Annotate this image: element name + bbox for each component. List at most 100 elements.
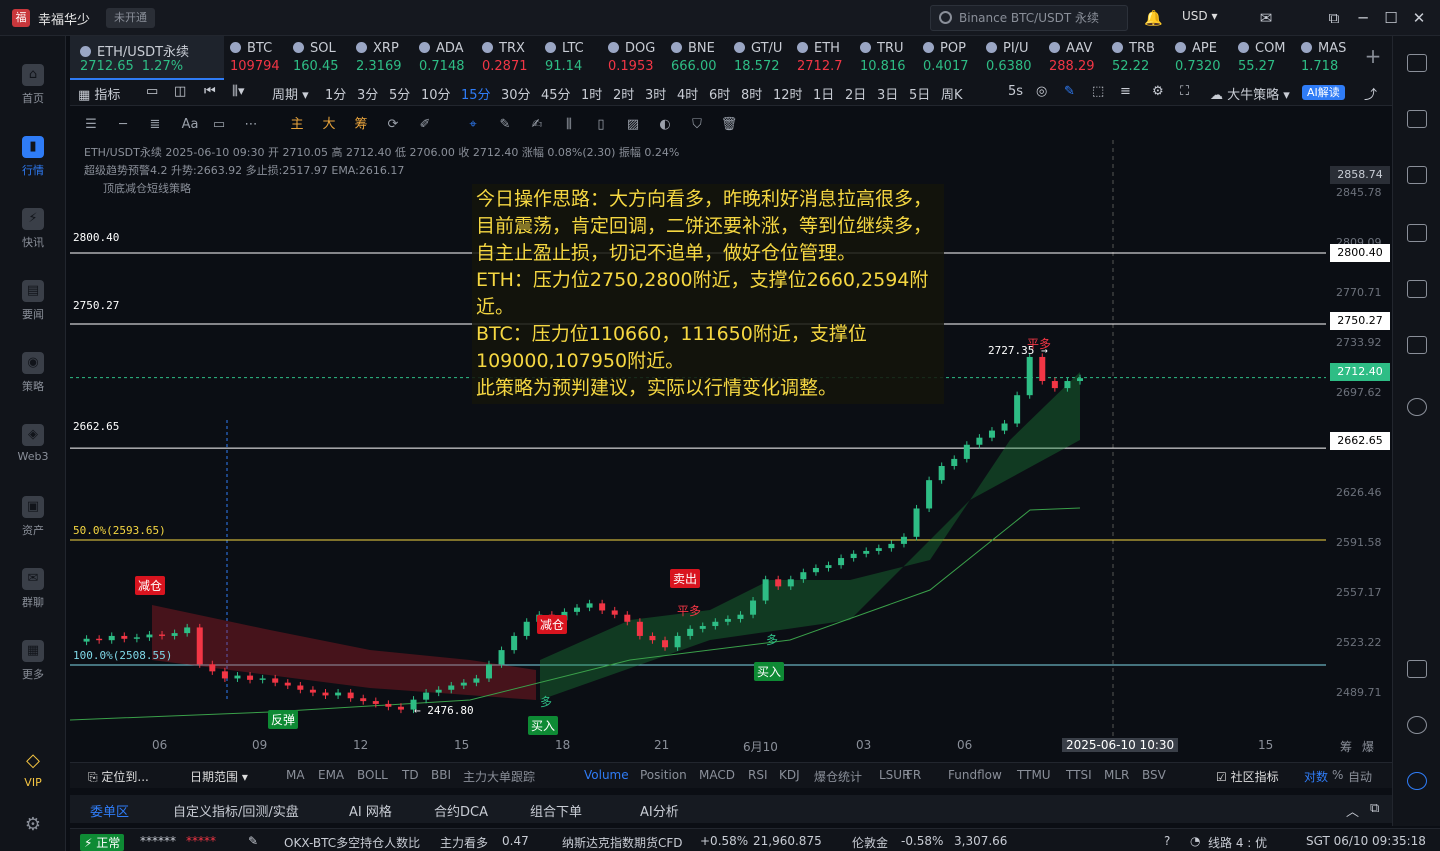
indicator-16[interactable]: TTSI: [1066, 768, 1092, 782]
indicator-3[interactable]: TD: [402, 768, 419, 782]
tab-custom-indicators[interactable]: 自定义指标/回测/实盘: [173, 801, 299, 820]
camera-icon[interactable]: ◎: [1036, 84, 1047, 99]
ticker-tab-4[interactable]: ADA 0.7148: [415, 36, 476, 80]
more-tools-icon[interactable]: ⋯: [242, 116, 260, 134]
dollar-icon[interactable]: [1407, 166, 1427, 184]
tab-contract-dca[interactable]: 合约DCA: [434, 801, 488, 820]
mail-icon[interactable]: ✉: [1257, 9, 1275, 27]
indicator-2[interactable]: BOLL: [357, 768, 388, 782]
timeframe-13[interactable]: 12时: [773, 84, 803, 103]
indicator-6[interactable]: Volume: [584, 768, 629, 782]
indicator-5[interactable]: 主力大单跟踪: [463, 768, 535, 785]
timeframe-6[interactable]: 45分: [541, 84, 571, 103]
big-order-button[interactable]: 大: [320, 116, 338, 134]
share-icon[interactable]: ⤴: [1364, 84, 1377, 103]
search-input[interactable]: Binance BTC/USDT 永续: [930, 5, 1128, 31]
currency-select[interactable]: USD ▾: [1182, 9, 1217, 23]
assistant-icon[interactable]: [1407, 772, 1427, 790]
indicator-18[interactable]: BSV: [1142, 768, 1166, 782]
popout-icon[interactable]: ⧉: [1325, 9, 1343, 27]
ticker-tab-2[interactable]: SOL 160.45: [289, 36, 350, 80]
pen-icon[interactable]: ✎: [1064, 84, 1075, 99]
popout-panel-icon[interactable]: ⧉: [1370, 801, 1379, 816]
timeframe-7[interactable]: 1时: [581, 84, 602, 103]
seconds-button[interactable]: 5s: [1008, 84, 1023, 99]
ticker-tab-1[interactable]: BTC 109794: [226, 36, 287, 80]
account-status-badge[interactable]: 未开通: [106, 8, 155, 28]
timeframe-2[interactable]: 5分: [389, 84, 410, 103]
pencil-icon[interactable]: ✎: [496, 116, 514, 134]
community-indicators-button[interactable]: ☑ 社区指标: [1216, 768, 1279, 785]
tab-orders[interactable]: 委单区: [90, 801, 129, 820]
clipboard-icon[interactable]: ▯: [592, 116, 610, 134]
indicator-7[interactable]: Position: [640, 768, 687, 782]
timeframe-5[interactable]: 30分: [501, 84, 531, 103]
layout-icon[interactable]: ◫: [174, 84, 186, 99]
card-icon[interactable]: [1407, 336, 1427, 354]
timeframe-16[interactable]: 3日: [877, 84, 898, 103]
ticker-tab-16[interactable]: APE 0.7320: [1171, 36, 1232, 80]
chart-type-icon[interactable]: ⫼▾: [232, 84, 245, 99]
ticker-tab-9[interactable]: GT/U 18.572: [730, 36, 791, 80]
ticker-tab-15[interactable]: TRB 52.22: [1108, 36, 1169, 80]
close-icon[interactable]: ✕: [1410, 9, 1428, 27]
timeframe-8[interactable]: 2时: [613, 84, 634, 103]
indicator-9[interactable]: RSI: [748, 768, 768, 782]
refresh-icon[interactable]: [1407, 398, 1427, 416]
multi-line-icon[interactable]: ≣: [146, 116, 164, 134]
auto-toggle[interactable]: 自动: [1348, 768, 1372, 785]
ticker-tab-17[interactable]: COM 55.27: [1234, 36, 1295, 80]
minimize-icon[interactable]: ─: [1354, 9, 1372, 27]
add-ticker-icon[interactable]: +: [1358, 36, 1388, 80]
ticker-tab-12[interactable]: POP 0.4017: [919, 36, 980, 80]
ticker-tab-3[interactable]: XRP 2.3169: [352, 36, 413, 80]
filter-icon[interactable]: ⛉: [688, 116, 706, 134]
candles-icon[interactable]: ⫼: [560, 116, 578, 134]
sidebar-item-assets[interactable]: ▣ 资产: [0, 488, 66, 548]
indicator-0[interactable]: MA: [286, 768, 305, 782]
timeframe-9[interactable]: 3时: [645, 84, 666, 103]
timeframe-1[interactable]: 3分: [357, 84, 378, 103]
trash-icon[interactable]: 🗑: [720, 116, 738, 134]
highlighter-icon[interactable]: ✍: [528, 116, 546, 134]
bell-icon[interactable]: 🔔: [1144, 9, 1163, 27]
timeframe-10[interactable]: 4时: [677, 84, 698, 103]
cursor-icon[interactable]: ⌖: [464, 116, 482, 134]
edit-icon[interactable]: ✎: [248, 834, 258, 848]
sidebar-item-home[interactable]: ⌂ 首页: [0, 56, 66, 116]
timeframe-15[interactable]: 2日: [845, 84, 866, 103]
timeframe-4[interactable]: 15分: [461, 84, 491, 103]
select-icon[interactable]: ⬚: [1092, 84, 1104, 99]
indicator-1[interactable]: EMA: [318, 768, 344, 782]
main-button[interactable]: 主: [288, 116, 306, 134]
calendar-icon[interactable]: ▭: [146, 84, 158, 99]
sidebar-item-market[interactable]: ▮ 行情: [0, 128, 66, 188]
ticker-tab-7[interactable]: DOG 0.1953: [604, 36, 665, 80]
sidebar-item-headlines[interactable]: ▤ 要闻: [0, 272, 66, 332]
sidebar-item-group-chat[interactable]: ✉ 群聊: [0, 560, 66, 620]
text-tool-icon[interactable]: Aa: [178, 116, 202, 134]
chart-line-icon[interactable]: [1407, 224, 1427, 242]
liquidation-toggle[interactable]: 爆: [1362, 738, 1374, 755]
tab-ai-grid[interactable]: AI 网格: [349, 801, 392, 820]
settings-icon[interactable]: ⚙: [1152, 84, 1164, 99]
document-icon[interactable]: [1407, 110, 1427, 128]
timeframe-17[interactable]: 5日: [909, 84, 930, 103]
ticker-tab-10[interactable]: ETH 2712.7: [793, 36, 854, 80]
maximize-icon[interactable]: ☐: [1382, 9, 1400, 27]
timeframe-14[interactable]: 1日: [813, 84, 834, 103]
tab-ai-analysis[interactable]: AI分析: [640, 801, 679, 820]
monitor-icon[interactable]: [1407, 280, 1427, 298]
sidebar-item-news-flash[interactable]: ⚡ 快讯: [0, 200, 66, 260]
timeframe-0[interactable]: 1分: [325, 84, 346, 103]
indicator-4[interactable]: BBI: [431, 768, 451, 782]
ticker-tab-18[interactable]: MAS 1.718: [1297, 36, 1358, 80]
ai-interpret-button[interactable]: AI解读: [1302, 84, 1345, 100]
date-range-select[interactable]: 日期范围 ▾: [190, 768, 248, 785]
chip-toggle[interactable]: 筹: [1340, 738, 1352, 755]
percent-toggle[interactable]: %: [1332, 768, 1343, 782]
ticker-tab-14[interactable]: AAV 288.29: [1045, 36, 1106, 80]
fullscreen-icon[interactable]: ⛶: [1180, 84, 1189, 99]
magnet-icon[interactable]: ◐: [656, 116, 674, 134]
edit-icon[interactable]: ▨: [624, 116, 642, 134]
